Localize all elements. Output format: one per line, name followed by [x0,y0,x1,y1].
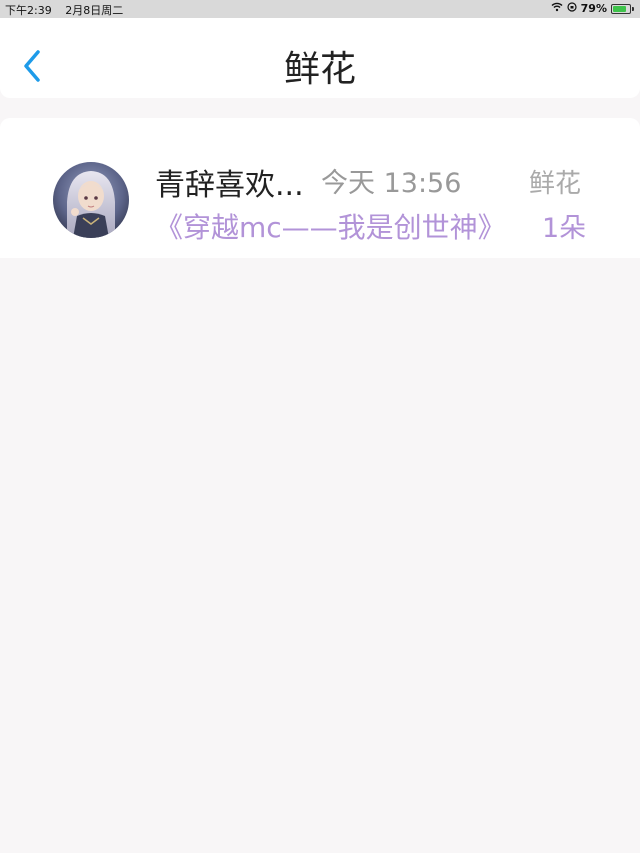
list-item[interactable]: 青辞喜欢... 今天 13:56 鲜花 《穿越mc——我是创世神》 1朵 [0,118,640,258]
status-date: 2月8日周二 [65,4,124,17]
status-right: 79% [551,2,634,15]
battery-tip [632,6,634,11]
status-left: 下午2:39 2月8日周二 [5,2,133,18]
battery-fill [613,5,626,12]
battery-percent: 79% [580,2,607,15]
gift-count: 1朵 [542,213,587,244]
status-bar: 下午2:39 2月8日周二 79% [0,0,640,18]
avatar[interactable] [53,162,129,238]
gift-type: 鲜花 [529,169,582,199]
page-title: 鲜花 [283,49,356,90]
header: 鲜花 [0,18,640,98]
timestamp: 今天 13:56 [321,168,462,199]
flower-list: 青辞喜欢... 今天 13:56 鲜花 《穿越mc——我是创世神》 1朵 [0,118,640,258]
wifi-icon [551,2,563,15]
status-time: 下午2:39 [5,4,52,17]
book-title-link[interactable]: 《穿越mc——我是创世神》 [155,206,506,246]
avatar-image [53,162,129,238]
user-name: 青辞喜欢... [155,168,304,203]
rotation-lock-icon [567,2,577,15]
battery-charging-icon [611,3,631,14]
